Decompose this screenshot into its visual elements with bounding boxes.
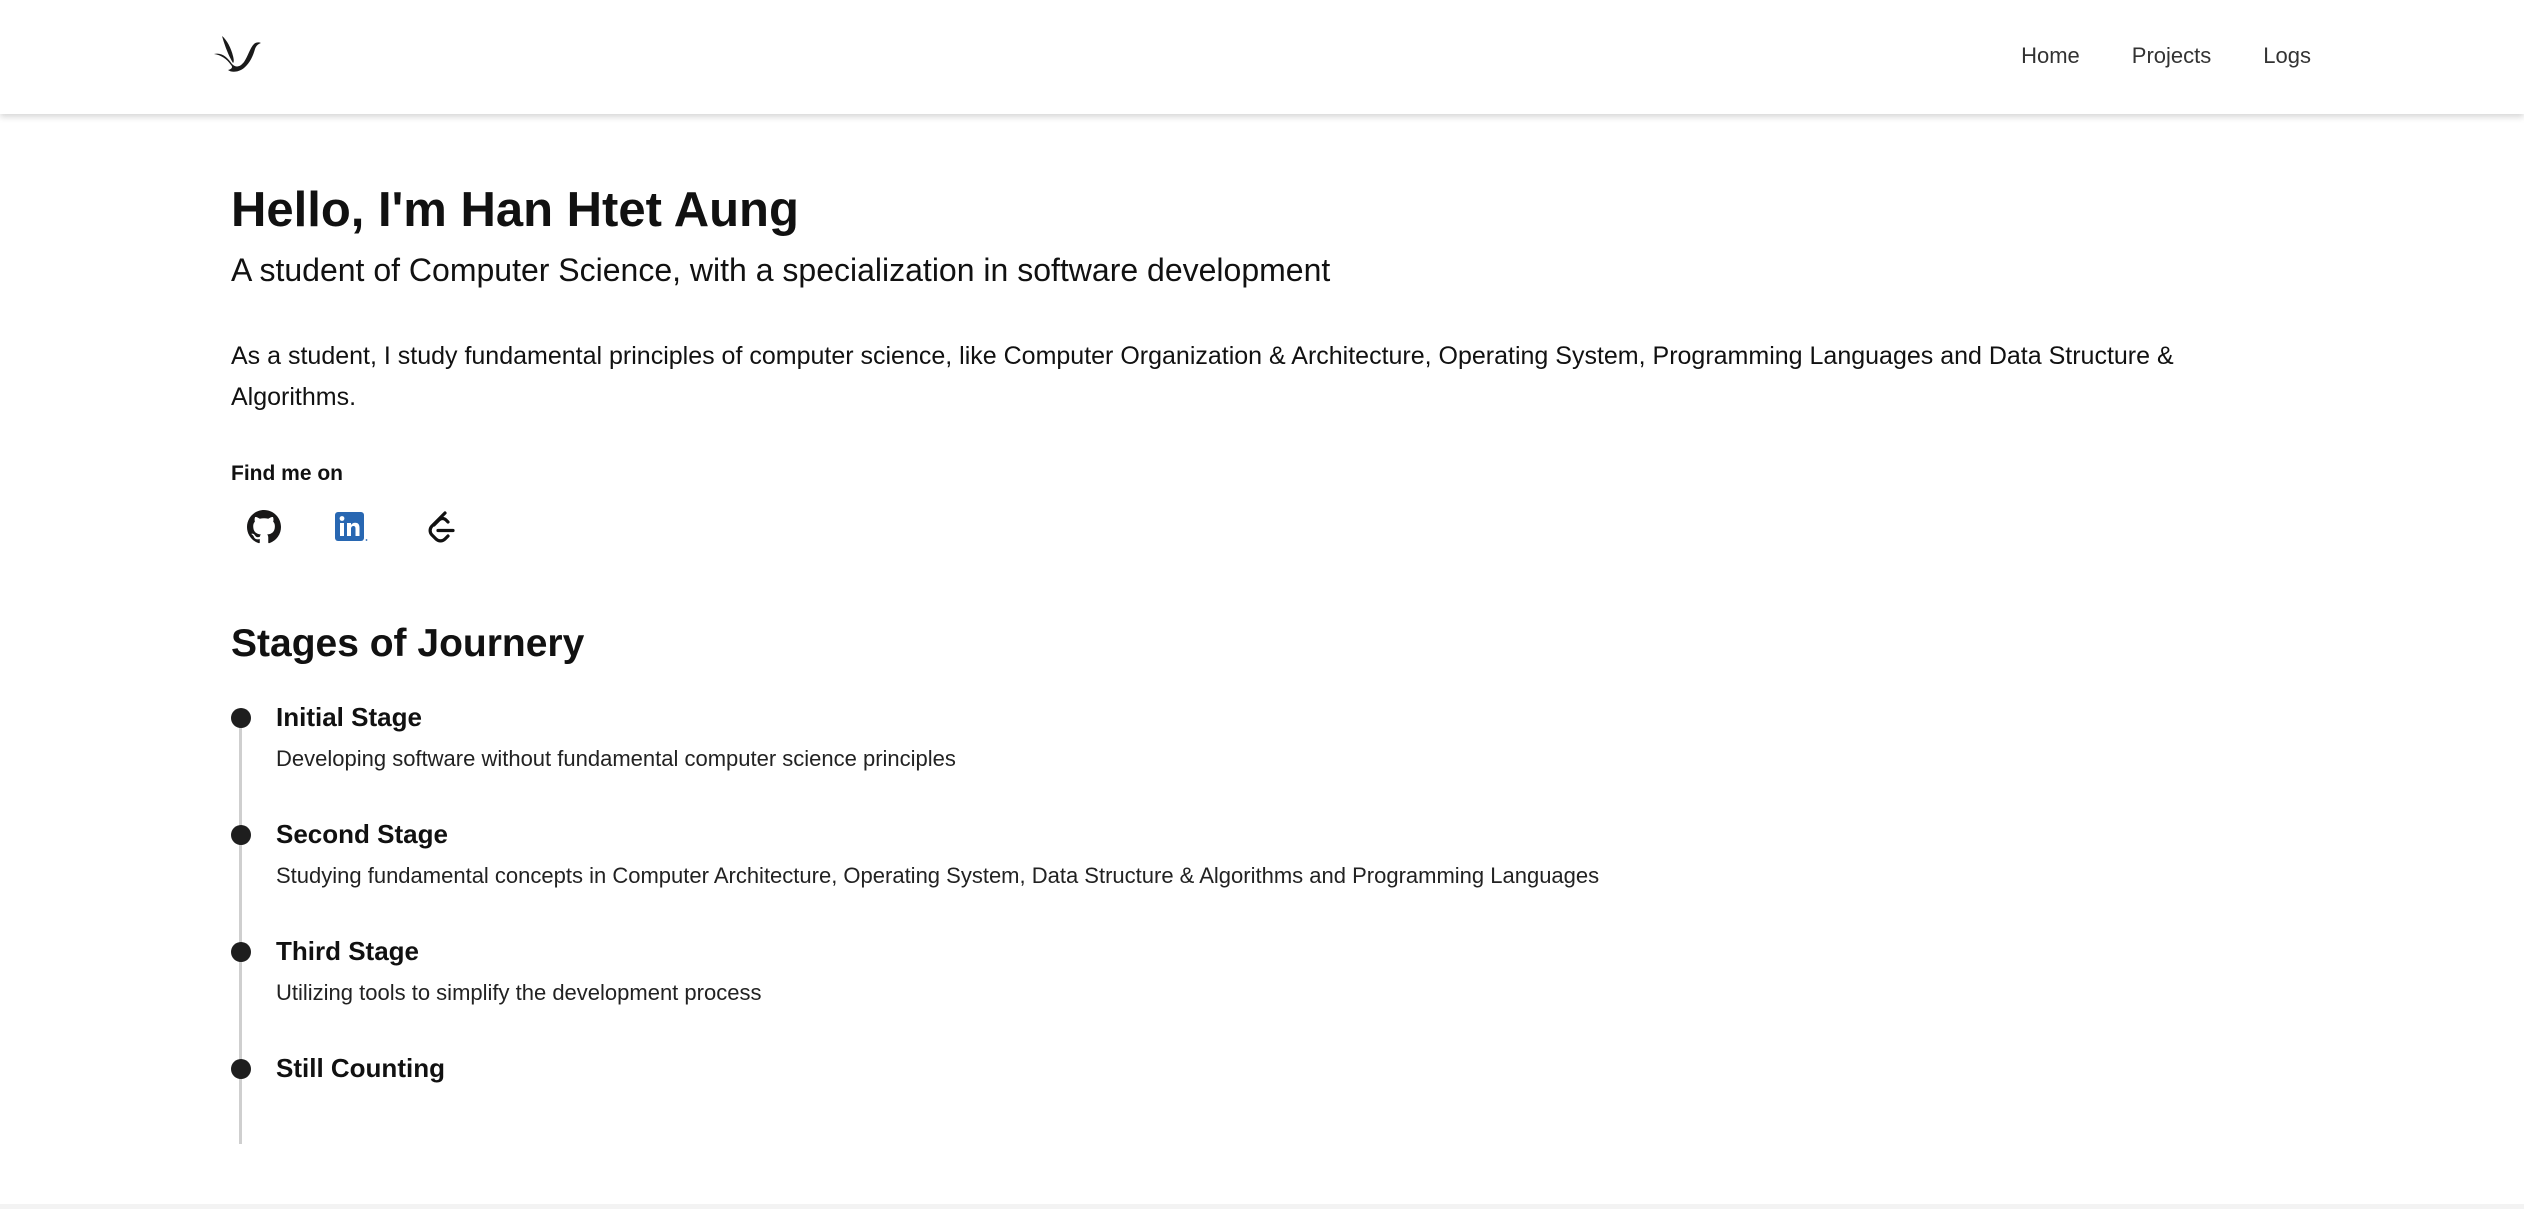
nav-link-projects[interactable]: Projects	[2132, 43, 2211, 69]
stage-title: Second Stage	[276, 819, 448, 849]
stage-description: Utilizing tools to simplify the developm…	[276, 980, 762, 1005]
page-bottom-edge	[0, 1204, 2524, 1209]
timeline-dot	[231, 708, 251, 728]
stage-description: Studying fundamental concepts in Compute…	[276, 863, 1600, 888]
leetcode-icon	[428, 511, 455, 543]
nav-link-logs[interactable]: Logs	[2263, 43, 2311, 69]
timeline-dot	[231, 1059, 251, 1079]
stage-title: Still Counting	[276, 1053, 445, 1083]
leetcode-link[interactable]	[417, 502, 467, 552]
timeline-item: Initial Stage Developing software withou…	[231, 702, 2231, 792]
stage-description: Developing software without fundamental …	[276, 746, 956, 771]
timeline-item: Still Counting	[231, 1053, 2231, 1143]
journey-title: Stages of Journery	[231, 622, 585, 665]
journey-timeline: Initial Stage Developing software withou…	[231, 702, 2231, 1144]
timeline-dot	[231, 942, 251, 962]
timeline-item: Third Stage Utilizing tools to simplify …	[231, 936, 2231, 1026]
timeline-item: Second Stage Studying fundamental concep…	[231, 819, 2231, 909]
stage-title: Third Stage	[276, 936, 420, 966]
linkedin-icon	[335, 512, 368, 541]
nav-link-home[interactable]: Home	[2021, 43, 2080, 69]
github-link[interactable]	[239, 502, 289, 552]
bird-logo-icon[interactable]	[212, 34, 262, 74]
hero-description: As a student, I study fundamental princi…	[231, 342, 2174, 411]
stage-title: Initial Stage	[276, 702, 422, 732]
github-icon	[247, 510, 281, 544]
hero-title: Hello, I'm Han Htet Aung	[231, 183, 799, 237]
hero-subtitle: A student of Computer Science, with a sp…	[231, 252, 1331, 288]
nav-links: Home Projects Logs	[1969, 0, 2311, 112]
timeline-dot	[231, 825, 251, 845]
navbar: Home Projects Logs	[0, 0, 2524, 114]
find-me-label: Find me on	[231, 462, 343, 485]
linkedin-link[interactable]	[326, 502, 376, 552]
